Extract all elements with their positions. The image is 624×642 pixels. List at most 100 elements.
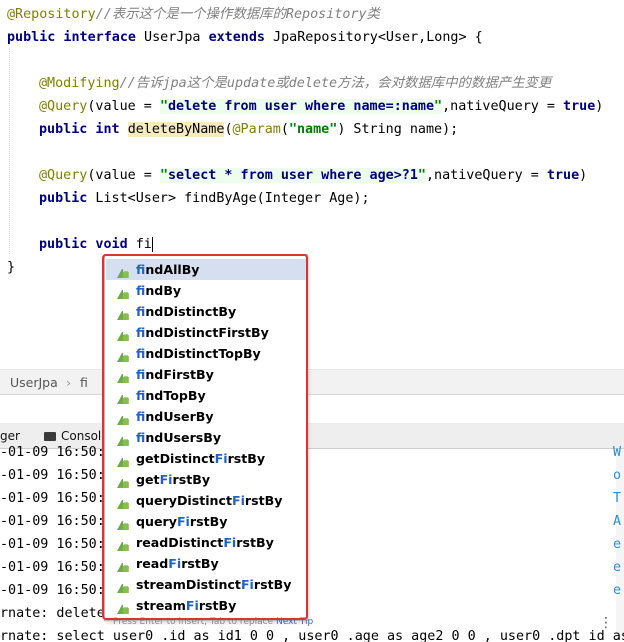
breadcrumb-item-userjpa[interactable]: UserJpa <box>10 370 58 395</box>
autocomplete-popup[interactable]: findAllBy findBy findDistinctBy findDistinc… <box>104 254 313 627</box>
console-line: -01-09 16:50:1 <box>0 583 113 598</box>
keyword-public: public <box>39 191 88 206</box>
console-line: -01-09 16:50:0 <box>0 514 113 529</box>
autocomplete-item-label: findDistinctFirstBy <box>136 325 269 340</box>
method-icon <box>116 348 130 362</box>
string-quote: " <box>159 99 168 114</box>
keyword-true: true <box>563 99 596 114</box>
paren: ) <box>595 99 604 114</box>
breadcrumb-separator: › <box>66 375 71 390</box>
code-line-4: @Modifying//告诉jpa这个是update或delete方法，会对数据… <box>7 72 551 95</box>
code-line-12: } <box>7 256 15 279</box>
native-query-arg: ,nativeQuery = <box>442 99 564 114</box>
console-line-tail: A <box>613 514 622 529</box>
console-line: rnate: delete <box>0 606 105 621</box>
console-line: -01-09 16:50:0 <box>0 468 113 483</box>
code-line-8: @Query(value = "select * from user where… <box>7 164 587 187</box>
method-icon <box>116 537 130 551</box>
code-line-5: @Query(value = "delete from user where n… <box>7 95 603 118</box>
autocomplete-item[interactable]: findUserBy <box>106 406 306 427</box>
autocomplete-item[interactable]: readFirstBy <box>106 553 306 574</box>
autocomplete-item[interactable]: queryFirstBy <box>106 511 306 532</box>
native-query-arg: ,nativeQuery = <box>425 168 547 183</box>
method-icon <box>116 432 130 446</box>
method-icon <box>116 306 130 320</box>
autocomplete-item[interactable]: findFirstBy <box>106 364 306 385</box>
autocomplete-item-label: queryFirstBy <box>136 514 228 529</box>
autocomplete-item-label: findUserBy <box>136 409 214 424</box>
method-icon <box>116 558 130 572</box>
autocomplete-item[interactable]: findUsersBy <box>106 427 306 448</box>
autocomplete-item[interactable]: findDistinctTopBy <box>106 343 306 364</box>
autocomplete-item-label: getFirstBy <box>136 472 211 487</box>
console-line-tail: o <box>613 468 622 483</box>
paren: ( <box>280 122 289 137</box>
keyword-extends: extends <box>208 30 265 45</box>
sql-delete: delete from user where name=:name <box>168 99 435 114</box>
string-quote: " <box>434 99 443 114</box>
string-name: "name" <box>288 122 338 137</box>
code-line-2: public interface UserJpa extends JpaRepo… <box>7 26 483 49</box>
autocomplete-item-label: streamFirstBy <box>136 598 237 613</box>
code-line-9: public List<User> findByAge(Integer Age)… <box>7 187 370 210</box>
autocomplete-item[interactable]: readDistinctFirstBy <box>106 532 306 553</box>
autocomplete-item-label: findDistinctTopBy <box>136 346 261 361</box>
code-editor[interactable]: @Repository//表示这个是一个操作数据库的Repository类 pu… <box>0 0 624 369</box>
console-line-tail: e <box>613 537 622 552</box>
autocomplete-item[interactable]: findTopBy <box>106 385 306 406</box>
autocomplete-item[interactable]: streamDistinctFirstBy <box>106 574 306 595</box>
method-find-by-age: List<User> findByAge(Integer Age); <box>87 191 370 206</box>
autocomplete-item[interactable]: queryDistinctFirstBy <box>106 490 306 511</box>
breadcrumb-item-member[interactable]: fi <box>80 370 88 395</box>
query-args: (value = <box>87 99 160 114</box>
paren: ( <box>224 122 233 137</box>
keyword-true: true <box>546 168 580 183</box>
method-icon <box>116 411 130 425</box>
comment-repository: //表示这个是一个操作数据库的Repository类 <box>95 7 380 22</box>
method-icon <box>116 516 130 530</box>
autocomplete-item[interactable]: findDistinctBy <box>106 301 306 322</box>
console-line-tail: W <box>613 445 622 460</box>
autocomplete-hint: Press Enter to insert, Tab to replace Ne… <box>113 617 313 627</box>
keyword-public-interface: public interface <box>7 30 136 45</box>
autocomplete-item[interactable]: findAllBy <box>106 259 306 280</box>
typed-text[interactable]: fi <box>128 237 152 252</box>
console-line-tail: e <box>613 583 622 598</box>
console-line: -01-09 16:50:1 <box>0 560 113 575</box>
console-line-tail: T <box>613 491 622 506</box>
keyword-public-void: public void <box>39 237 128 252</box>
interface-name: UserJpa <box>136 30 209 45</box>
autocomplete-item[interactable]: getFirstBy <box>106 469 306 490</box>
method-icon <box>116 369 130 383</box>
method-icon <box>116 495 130 509</box>
autocomplete-item-label: getDistinctFirstBy <box>136 451 266 466</box>
method-delete-by-name: deleteByName <box>127 122 225 137</box>
console-line-tail: e <box>613 560 622 575</box>
autocomplete-item-label: streamDistinctFirstBy <box>136 577 292 592</box>
annotation-modifying: @Modifying <box>39 76 120 91</box>
method-icon <box>116 453 130 467</box>
autocomplete-item-label: findFirstBy <box>136 367 214 382</box>
more-options-icon[interactable]: ⋮ <box>599 615 613 631</box>
autocomplete-item[interactable]: findDistinctFirstBy <box>106 322 306 343</box>
autocomplete-item[interactable]: getDistinctFirstBy <box>106 448 306 469</box>
hint-text: Press Enter to insert, Tab to replace <box>113 617 274 627</box>
autocomplete-item-label: findBy <box>136 283 182 298</box>
param-decl: ) String name); <box>337 122 459 137</box>
method-icon <box>116 474 130 488</box>
extends-type: JpaRepository<User,Long> { <box>265 30 483 45</box>
autocomplete-item-label: findTopBy <box>136 388 206 403</box>
paren: ) <box>579 168 588 183</box>
method-icon <box>116 579 130 593</box>
autocomplete-item[interactable]: findBy <box>106 280 306 301</box>
annotation-query: @Query <box>39 168 88 183</box>
console-line: rnate: select user0_.id as id1_0_0_, use… <box>0 629 624 642</box>
code-line-11[interactable]: public void fi <box>7 233 153 256</box>
breadcrumb: UserJpa › fi <box>0 369 624 395</box>
next-tip-link[interactable]: Next Tip <box>276 617 313 627</box>
console-icon <box>44 432 56 441</box>
code-line-6: public int deleteByName(@Param("name") S… <box>7 118 458 141</box>
annotation-repository: @Repository <box>7 7 96 22</box>
string-quote: " <box>159 168 168 183</box>
autocomplete-item[interactable]: streamFirstBy <box>106 595 306 616</box>
